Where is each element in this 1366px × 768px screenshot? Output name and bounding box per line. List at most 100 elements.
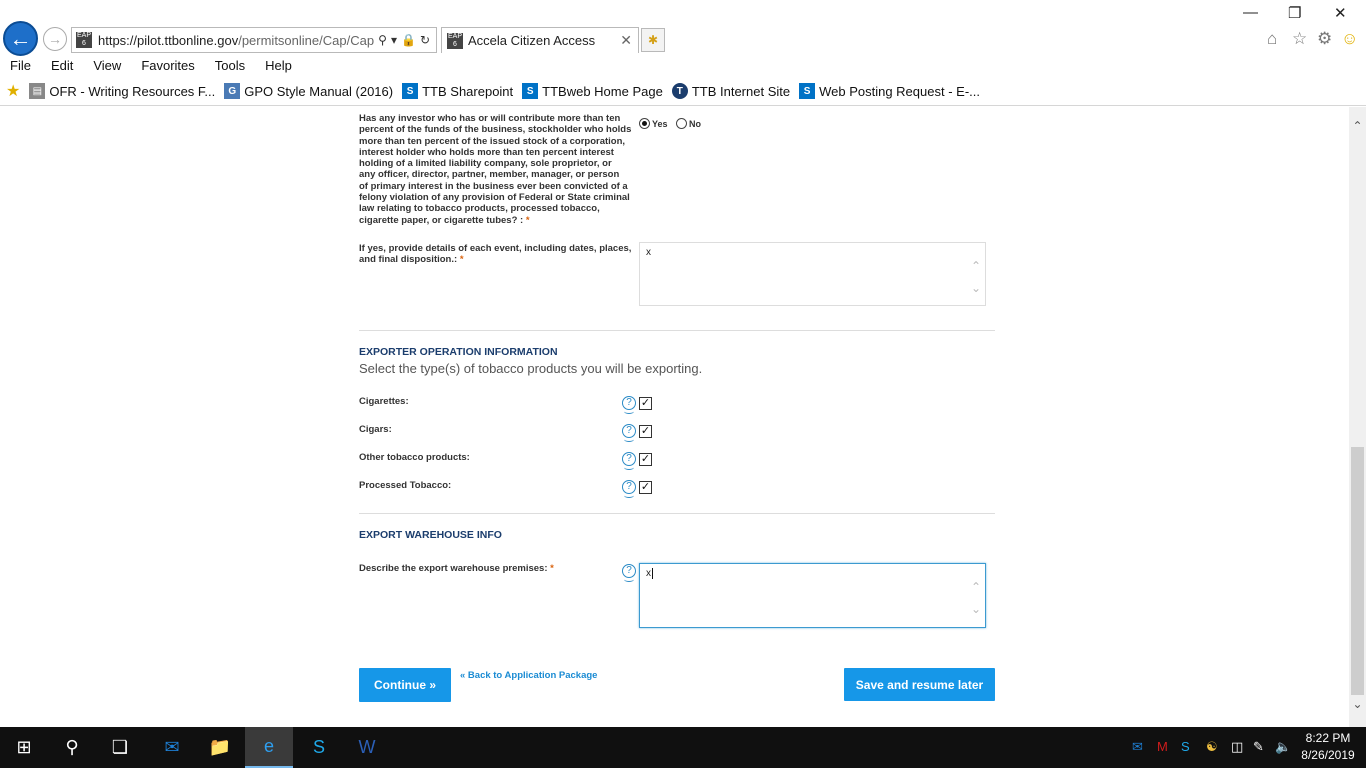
windows-taskbar: ⊞ ⚲ ❏ ✉ 📁 e S W ✉ M S ☯ ◫ ✎ 🔈 8:22 PM 8/… xyxy=(0,727,1366,768)
label-line: If yes, provide details of each event, i… xyxy=(359,243,632,254)
clock-time: 8:22 PM xyxy=(1305,731,1351,745)
favorite-ttb-sharepoint[interactable]: S TTB Sharepoint xyxy=(402,83,513,99)
back-to-application-link[interactable]: « Back to Application Package xyxy=(460,670,597,681)
processed-tobacco-checkbox[interactable]: ✓ xyxy=(639,481,652,494)
cigarettes-label: Cigarettes: xyxy=(359,396,409,407)
details-textarea[interactable]: x ⌃ ⌄ xyxy=(639,242,986,306)
continue-button[interactable]: Continue » xyxy=(359,668,451,702)
eap-badge-icon: EAP 6 xyxy=(447,32,463,49)
favorites-star-icon[interactable]: ★ xyxy=(6,81,20,101)
skype-tray-icon[interactable]: S xyxy=(1181,739,1190,754)
browser-tab[interactable]: EAP 6 Accela Citizen Access ✕ xyxy=(441,27,639,53)
menu-edit[interactable]: Edit xyxy=(41,57,83,77)
menu-help[interactable]: Help xyxy=(255,57,302,77)
help-icon[interactable]: ? xyxy=(622,396,636,414)
label-text: Describe the export warehouse premises: xyxy=(359,563,548,574)
favorite-label: TTBweb Home Page xyxy=(542,83,663,99)
textarea-scroll-icon[interactable]: ⌃ ⌄ xyxy=(969,255,983,299)
required-mark: * xyxy=(525,214,530,226)
exporter-section-subheading: Select the type(s) of tobacco products y… xyxy=(359,361,703,376)
cigarettes-checkbox[interactable]: ✓ xyxy=(639,397,652,410)
window-close-icon[interactable]: ✕ xyxy=(1334,4,1347,22)
help-icon[interactable]: ? xyxy=(622,480,636,498)
windows-start-icon[interactable]: ⊞ xyxy=(0,727,48,768)
search-icon[interactable]: ⚲ xyxy=(378,33,387,47)
exporter-section-heading: EXPORTER OPERATION INFORMATION xyxy=(359,346,558,358)
usb-device-icon[interactable]: ◫ xyxy=(1231,739,1243,755)
pen-icon[interactable]: ✎ xyxy=(1253,739,1264,755)
label-line: felony violation of any provision of Fed… xyxy=(359,192,630,204)
volume-icon[interactable]: 🔈 xyxy=(1275,739,1291,755)
file-explorer-icon[interactable]: 📁 xyxy=(196,727,244,768)
required-mark: * xyxy=(459,254,464,266)
word-icon[interactable]: W xyxy=(343,727,391,768)
outlook-icon[interactable]: ✉ xyxy=(148,727,196,768)
menu-view[interactable]: View xyxy=(83,57,131,77)
internet-explorer-icon[interactable]: e xyxy=(245,727,293,768)
label-line: more than ten percent of the issued stoc… xyxy=(359,135,626,147)
label-line: of primary interest in the business ever… xyxy=(359,180,628,192)
details-value: x xyxy=(646,247,651,258)
close-tab-icon[interactable]: ✕ xyxy=(620,32,632,49)
back-arrow-icon[interactable]: ← xyxy=(3,21,38,56)
star-icon[interactable]: ☆ xyxy=(1292,29,1307,49)
section-divider xyxy=(359,330,995,331)
address-bar[interactable]: EAP 6 https://pilot.ttbonline.gov/permit… xyxy=(71,27,437,53)
lock-icon[interactable]: 🔒 xyxy=(401,33,416,47)
other-tobacco-label: Other tobacco products: xyxy=(359,452,470,463)
clock-date: 8/26/2019 xyxy=(1301,748,1355,762)
warehouse-value: x xyxy=(646,568,651,579)
menu-file[interactable]: File xyxy=(0,57,41,77)
favorites-bar: ★ ▤ OFR - Writing Resources F... G GPO Sty… xyxy=(0,80,989,102)
help-icon[interactable]: ? xyxy=(622,452,636,470)
radio-no[interactable] xyxy=(675,118,687,130)
forward-arrow-icon[interactable]: → xyxy=(43,27,67,51)
radio-yes-label: Yes xyxy=(652,118,668,129)
radio-yes[interactable] xyxy=(639,118,650,130)
search-icon[interactable]: ⚲ xyxy=(48,727,96,768)
favorite-ofr[interactable]: ▤ OFR - Writing Resources F... xyxy=(29,83,215,99)
dropdown-icon[interactable]: ▾ xyxy=(391,33,397,47)
outlook-tray-icon[interactable]: ✉ xyxy=(1132,739,1143,755)
label-line: law relating to tobacco products, proces… xyxy=(359,203,600,215)
scrollbar-thumb[interactable] xyxy=(1351,447,1364,695)
favorite-label: Web Posting Request - E-... xyxy=(819,83,980,99)
gear-icon[interactable]: ⚙ xyxy=(1317,29,1332,49)
mcafee-icon[interactable]: M xyxy=(1157,739,1168,754)
scroll-down-icon[interactable]: ⌄ xyxy=(1349,697,1366,711)
help-icon[interactable]: ? xyxy=(622,424,636,442)
minimize-icon[interactable]: — xyxy=(1243,4,1258,21)
label-line: and final disposition.: * xyxy=(359,254,641,265)
cigars-checkbox[interactable]: ✓ xyxy=(639,425,652,438)
smiley-icon[interactable]: ☺ xyxy=(1341,29,1358,49)
menu-favorites[interactable]: Favorites xyxy=(131,57,204,77)
textarea-scroll-icon[interactable]: ⌃ ⌄ xyxy=(969,576,983,620)
radio-no-label: No xyxy=(688,118,701,129)
text-cursor xyxy=(652,568,653,579)
new-tab-icon[interactable]: ✱ xyxy=(641,28,665,52)
page-scrollbar[interactable]: ⌃ ⌄ xyxy=(1349,107,1366,727)
restore-icon[interactable]: ❐ xyxy=(1288,4,1301,22)
favorite-gpo[interactable]: G GPO Style Manual (2016) xyxy=(224,83,393,99)
save-resume-button[interactable]: Save and resume later xyxy=(844,668,995,701)
help-icon[interactable]: ? xyxy=(622,564,636,582)
skype-icon[interactable]: S xyxy=(295,727,343,768)
menu-tools[interactable]: Tools xyxy=(205,57,255,77)
label-text: and final disposition.: xyxy=(359,254,458,266)
other-tobacco-checkbox[interactable]: ✓ xyxy=(639,453,652,466)
browser-chrome: ← → EAP 6 https://pilot.ttbonline.gov/pe… xyxy=(0,0,1366,106)
label-line: any officer, director, partner, member, … xyxy=(359,169,620,181)
home-icon[interactable]: ⌂ xyxy=(1267,29,1277,49)
refresh-icon[interactable]: ↻ xyxy=(420,33,430,47)
url-text[interactable]: https://pilot.ttbonline.gov/permitsonlin… xyxy=(98,33,378,48)
scroll-up-icon[interactable]: ⌃ xyxy=(1349,119,1366,133)
required-mark: * xyxy=(550,563,554,574)
warehouse-textarea[interactable]: x ⌃ ⌄ xyxy=(639,563,986,628)
favorite-web-posting[interactable]: S Web Posting Request - E-... xyxy=(799,83,980,99)
network-tray-icon[interactable]: ☯ xyxy=(1206,739,1218,755)
favorite-ttb-internet[interactable]: T TTB Internet Site xyxy=(671,83,790,99)
felony-question-label: Has any investor who has or will contrib… xyxy=(359,113,641,226)
favorite-ttbweb[interactable]: S TTBweb Home Page xyxy=(522,83,663,99)
task-view-icon[interactable]: ❏ xyxy=(96,727,144,768)
taskbar-clock[interactable]: 8:22 PM 8/26/2019 xyxy=(1296,730,1360,764)
